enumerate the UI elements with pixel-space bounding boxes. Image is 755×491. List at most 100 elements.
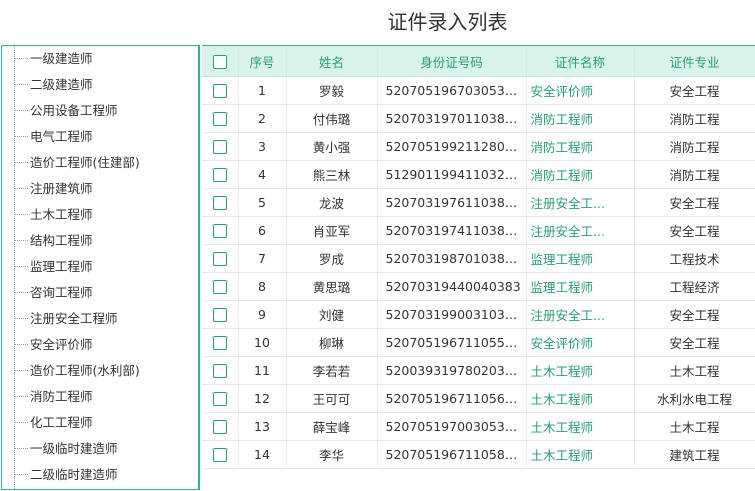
- table-row[interactable]: 7 罗成 5207031987010384... 监理工程师 工程技术: [202, 244, 755, 273]
- tree-item[interactable]: 造价工程师(水利部): [2, 358, 198, 384]
- row-select-cell[interactable]: [202, 160, 239, 189]
- column-header-name[interactable]: 姓名: [286, 46, 378, 77]
- row-select-cell[interactable]: [202, 104, 239, 133]
- table-row[interactable]: 5 龙波 5207031976110384... 注册安全工... 安全工程: [202, 188, 755, 217]
- tree-item-label: 安全评价师: [30, 337, 93, 352]
- table-row[interactable]: 12 王可可 5207051967110564... 土木工程师 水利水电工程: [202, 384, 755, 413]
- cell-name: 熊三林: [286, 160, 378, 189]
- row-select-cell[interactable]: [202, 356, 239, 385]
- tree-item[interactable]: 化工工程师: [2, 410, 198, 436]
- table-row[interactable]: 1 罗毅 5207051967030535... 安全评价师 安全工程: [202, 76, 755, 105]
- cell-cert-major: 建筑工程: [634, 440, 755, 469]
- tree-item-label: 咨询工程师: [30, 285, 93, 300]
- table-row[interactable]: 4 熊三林 5129011994110329... 消防工程师 消防工程: [202, 160, 755, 189]
- column-header-seq[interactable]: 序号: [238, 46, 287, 77]
- row-select-cell[interactable]: [202, 412, 239, 441]
- table-row[interactable]: 9 刘健 5207031990031034... 注册安全工... 安全工程: [202, 300, 755, 329]
- tree-branch-connector: [14, 448, 28, 449]
- tree-item[interactable]: 安全评价师: [2, 332, 198, 358]
- row-select-cell[interactable]: [202, 188, 239, 217]
- row-checkbox[interactable]: [212, 84, 227, 99]
- tree-item[interactable]: 二级建造师: [2, 72, 198, 98]
- tree-branch-connector: [14, 188, 28, 189]
- cell-id-number: 52070319440040383: [377, 272, 527, 301]
- tree-branch-connector: [14, 214, 28, 215]
- cell-cert-name: 土木工程师: [526, 356, 635, 385]
- row-select-cell[interactable]: [202, 300, 239, 329]
- tree-item[interactable]: 电气工程师: [2, 124, 198, 150]
- row-checkbox[interactable]: [212, 364, 227, 379]
- row-checkbox[interactable]: [212, 308, 227, 323]
- cell-name: 黄思璐: [286, 272, 378, 301]
- select-all-header[interactable]: [202, 46, 239, 77]
- tree-item[interactable]: 一级临时建造师: [2, 436, 198, 462]
- row-checkbox[interactable]: [212, 448, 227, 463]
- cell-cert-name: 注册安全工...: [526, 300, 635, 329]
- column-header-cert-name[interactable]: 证件名称: [526, 46, 635, 77]
- cell-seq: 2: [238, 104, 287, 133]
- row-select-cell[interactable]: [202, 328, 239, 357]
- row-select-cell[interactable]: [202, 384, 239, 413]
- row-checkbox[interactable]: [212, 224, 227, 239]
- tree-item-label: 监理工程师: [30, 259, 93, 274]
- cell-name: 刘健: [286, 300, 378, 329]
- tree-branch-connector: [14, 162, 28, 163]
- tree-item[interactable]: 注册建筑师: [2, 176, 198, 202]
- row-checkbox[interactable]: [212, 252, 227, 267]
- table-row[interactable]: 8 黄思璐 52070319440040383 监理工程师 工程经济: [202, 272, 755, 301]
- column-header-cert-major[interactable]: 证件专业: [634, 46, 755, 77]
- table-row[interactable]: 14 李华 5207051967110584... 土木工程师 建筑工程: [202, 440, 755, 469]
- cell-cert-name: 土木工程师: [526, 384, 635, 413]
- tree-branch-connector: [14, 58, 28, 59]
- row-select-cell[interactable]: [202, 76, 239, 105]
- tree-item[interactable]: 监理工程师: [2, 254, 198, 280]
- cell-name: 柳琳: [286, 328, 378, 357]
- tree-item[interactable]: 注册安全工程师: [2, 306, 198, 332]
- row-checkbox[interactable]: [212, 336, 227, 351]
- tree-item[interactable]: 造价工程师(住建部): [2, 150, 198, 176]
- tree-item[interactable]: 结构工程师: [2, 228, 198, 254]
- tree-item-label: 一级临时建造师: [30, 441, 118, 456]
- row-checkbox[interactable]: [212, 280, 227, 295]
- tree-item-label: 消防工程师: [30, 389, 93, 404]
- cell-cert-major: 消防工程: [634, 132, 755, 161]
- column-header-id-number[interactable]: 身份证号码: [377, 46, 527, 77]
- table-row[interactable]: 13 薛宝峰 5207051970030534... 土木工程师 土木工程: [202, 412, 755, 441]
- tree-item-label: 二级临时建造师: [30, 467, 118, 482]
- table-row[interactable]: 11 李若若 5200393197802034... 土木工程师 土木工程: [202, 356, 755, 385]
- cell-seq: 10: [238, 328, 287, 357]
- row-checkbox[interactable]: [212, 112, 227, 127]
- row-checkbox[interactable]: [212, 140, 227, 155]
- table-row[interactable]: 6 肖亚军 5207031974110384... 注册安全工... 安全工程: [202, 216, 755, 245]
- table-body: 1 罗毅 5207051967030535... 安全评价师 安全工程 2 付伟璐 52070…: [202, 76, 755, 469]
- cell-cert-name: 土木工程师: [526, 412, 635, 441]
- table-row[interactable]: 10 柳琳 5207051967110554... 安全评价师 安全工程: [202, 328, 755, 357]
- table-row[interactable]: 2 付伟璐 5207031970110384... 消防工程师 消防工程: [202, 104, 755, 133]
- tree-item[interactable]: 咨询工程师: [2, 280, 198, 306]
- row-checkbox[interactable]: [212, 168, 227, 183]
- tree-item[interactable]: 公用设备工程师: [2, 98, 198, 124]
- cell-id-number: 5207051970030534...: [377, 412, 527, 441]
- row-checkbox[interactable]: [212, 420, 227, 435]
- row-select-cell[interactable]: [202, 244, 239, 273]
- cell-cert-major: 水利水电工程: [634, 384, 755, 413]
- row-select-cell[interactable]: [202, 440, 239, 469]
- tree-branch-connector: [14, 110, 28, 111]
- tree-item[interactable]: 二级临时建造师: [2, 462, 198, 488]
- row-checkbox[interactable]: [212, 196, 227, 211]
- tree-item[interactable]: 一级建造师: [2, 46, 198, 72]
- cell-cert-major: 土木工程: [634, 412, 755, 441]
- page-title: 证件录入列表: [387, 10, 508, 34]
- row-select-cell[interactable]: [202, 272, 239, 301]
- row-select-cell[interactable]: [202, 216, 239, 245]
- row-checkbox[interactable]: [212, 392, 227, 407]
- table-row[interactable]: 3 黄小强 5207051992112804... 消防工程师 消防工程: [202, 132, 755, 161]
- tree-item-label: 结构工程师: [30, 233, 93, 248]
- tree-branch-connector: [14, 474, 28, 475]
- row-select-cell[interactable]: [202, 132, 239, 161]
- tree-item[interactable]: 消防工程师: [2, 384, 198, 410]
- cell-cert-major: 安全工程: [634, 188, 755, 217]
- tree-item-label: 注册安全工程师: [30, 311, 118, 326]
- select-all-checkbox[interactable]: [212, 54, 227, 69]
- tree-item[interactable]: 土木工程师: [2, 202, 198, 228]
